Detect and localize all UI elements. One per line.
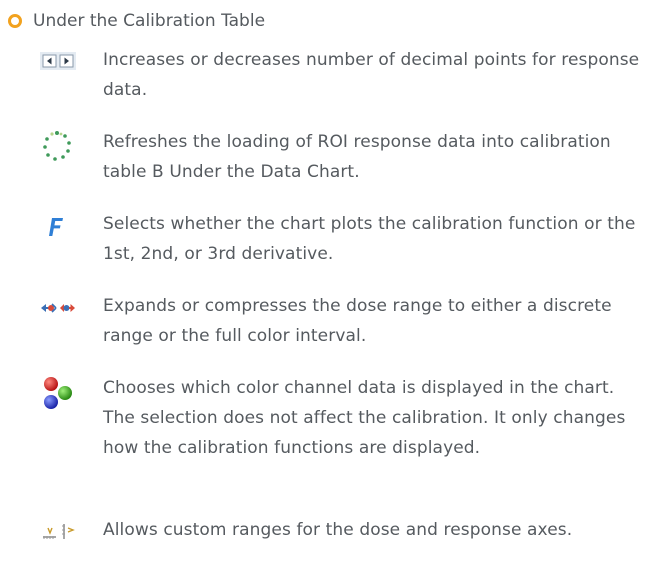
entry-description: Increases or decreases number of decimal… [103,50,640,100]
entry-description: Refreshes the loading of ROI response da… [103,132,611,182]
entry-description: Expands or compresses the dose range to … [103,296,612,346]
function-f-icon [46,216,66,238]
section-heading: Under the Calibration Table [8,8,265,34]
decimal-points-arrows-icon [40,52,76,70]
refresh-dots-icon [40,129,74,163]
bullet-icon [8,14,22,28]
entry-description: Chooses which color channel data is disp… [103,378,626,458]
entry-description: Allows custom ranges for the dose and re… [103,520,573,540]
heading-text: Under the Calibration Table [33,11,266,31]
document-page: Under the Calibration Table Increases or… [0,0,650,581]
color-channels-icon [41,376,75,410]
expand-compress-range-icon [40,300,76,316]
entry-description: Selects whether the chart plots the cali… [103,214,636,264]
custom-axis-range-icon [40,522,76,542]
